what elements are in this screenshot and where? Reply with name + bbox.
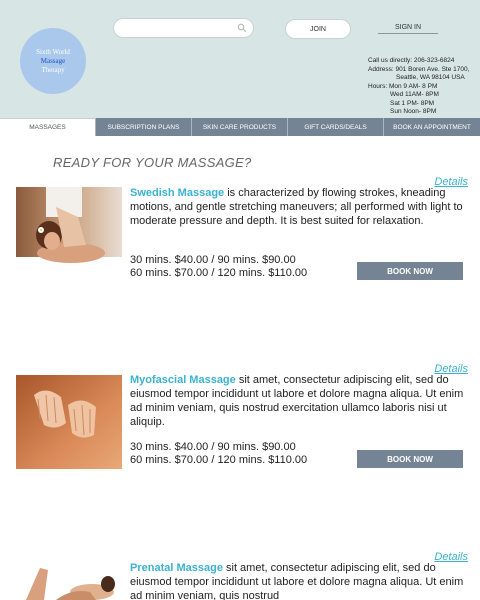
search-icon[interactable] — [237, 23, 247, 33]
contact-hours-line-1: Hours: Mon 9 AM- 8 PM — [368, 82, 438, 90]
main-nav: MASSAGES SUBSCRIPTION PLANS SKIN CARE PR… — [0, 118, 480, 136]
book-now-button[interactable]: BOOK NOW — [357, 262, 463, 280]
price-line-1: 30 mins. $40.00 / 90 mins. $90.00 — [130, 441, 296, 453]
price-list: 30 mins. $40.00 / 90 mins. $90.00 60 min… — [130, 441, 307, 467]
contact-info: Call us directly: 206-323-6824 Address: … — [368, 57, 476, 117]
contact-hours-line-3: Sat 1 PM- 8PM — [390, 99, 435, 107]
service-description: Swedish Massage is characterized by flow… — [130, 186, 470, 228]
tab-massages[interactable]: MASSAGES — [0, 118, 96, 136]
join-button[interactable]: JOIN — [285, 19, 351, 39]
search-input[interactable] — [122, 22, 237, 35]
contact-address-line-2: Seattle, WA 98104 USA — [396, 74, 465, 81]
service-description: Myofascial Massage sit amet, consectetur… — [130, 373, 470, 429]
service-name[interactable]: Swedish Massage — [130, 187, 224, 199]
logo-line-1: Sixth World — [36, 47, 70, 56]
service-name[interactable]: Myofascial Massage — [130, 374, 236, 386]
myofascial-massage-image — [16, 375, 122, 469]
prenatal-massage-image — [16, 562, 122, 600]
sign-in-link[interactable]: SIGN IN — [378, 24, 438, 34]
page-title: READY FOR YOUR MASSAGE? — [53, 155, 252, 170]
swedish-massage-image — [16, 187, 122, 281]
price-line-1: 30 mins. $40.00 / 90 mins. $90.00 — [130, 254, 296, 266]
contact-address-line-1: Address: 901 Boren Ave. Ste 1700, — [368, 65, 470, 73]
contact-phone: Call us directly: 206-323-6824 — [368, 57, 455, 64]
price-list: 30 mins. $40.00 / 90 mins. $90.00 60 min… — [130, 254, 307, 280]
service-name[interactable]: Prenatal Massage — [130, 562, 223, 574]
logo-line-2: Massage — [40, 56, 66, 65]
price-line-2: 60 mins. $70.00 / 120 mins. $110.00 — [130, 454, 308, 466]
price-line-2: 60 mins. $70.00 / 120 mins. $110.00 — [130, 267, 308, 279]
tab-subscription-plans[interactable]: SUBSCRIPTION PLANS — [96, 118, 192, 136]
logo-line-3: Therapy — [41, 65, 65, 74]
contact-hours-line-4: Sun Noon- 8PM — [390, 108, 437, 115]
search-box — [113, 18, 254, 38]
site-logo[interactable]: Sixth World Massage Therapy — [20, 28, 86, 94]
book-now-button[interactable]: BOOK NOW — [357, 450, 463, 468]
tab-gift-cards-deals[interactable]: GIFT CARDS/DEALS — [288, 118, 384, 136]
site-header: Sixth World Massage Therapy JOIN SIGN IN… — [0, 0, 480, 118]
service-description: Prenatal Massage sit amet, consectetur a… — [130, 561, 470, 600]
tab-book-appointment[interactable]: BOOK AN APPOINTMENT — [384, 118, 480, 136]
tab-skin-care-products[interactable]: SKIN CARE PRODUCTS — [192, 118, 288, 136]
contact-hours-line-2: Wed 11AM- 8PM — [390, 91, 439, 98]
